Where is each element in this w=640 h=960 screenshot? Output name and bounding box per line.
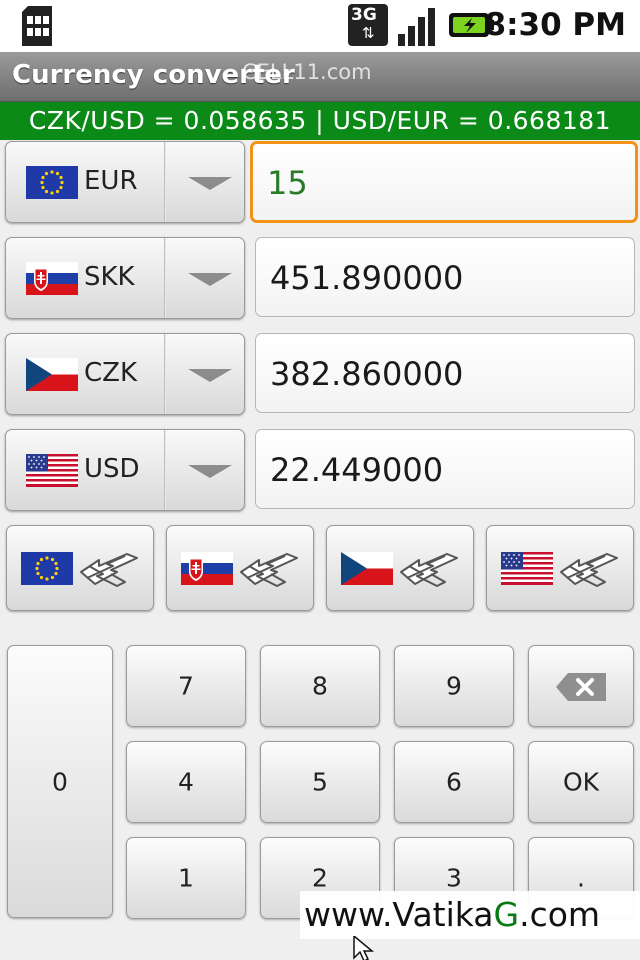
key-5[interactable]: 5 xyxy=(260,741,380,823)
network-label: 3G xyxy=(351,5,377,25)
slovakia-flag-icon xyxy=(26,262,78,295)
swap-arrows-icon xyxy=(557,548,621,590)
swap-button-czk[interactable] xyxy=(326,525,474,611)
czech-flag-icon xyxy=(26,358,78,391)
watermark-g: G xyxy=(493,895,520,934)
key-4[interactable]: 4 xyxy=(126,741,246,823)
watermark-suffix: .com xyxy=(519,895,601,934)
currency-code: CZK xyxy=(84,358,138,388)
dropdown-arrow-icon xyxy=(188,177,232,190)
spinner-divider xyxy=(164,430,166,510)
currency-spinner-usd[interactable]: USD xyxy=(5,429,245,511)
key-label: 9 xyxy=(446,671,462,701)
eu-flag-icon xyxy=(26,166,78,199)
dropdown-arrow-icon xyxy=(188,273,232,286)
currency-row-eur: EUR 15 xyxy=(0,141,640,227)
currency-code: SKK xyxy=(84,262,135,292)
currency-spinner-skk[interactable]: SKK xyxy=(5,237,245,319)
key-label: OK xyxy=(562,767,600,797)
backspace-icon xyxy=(556,673,606,701)
key-label: 1 xyxy=(178,863,194,893)
currency-code: USD xyxy=(84,454,140,484)
key-label: 5 xyxy=(312,767,328,797)
exchange-rate-bar: CZK/USD = 0.058635 | USD/EUR = 0.668181 xyxy=(0,102,640,140)
watermark-bottom: www.VatikaG.com xyxy=(300,891,640,939)
currency-spinner-czk[interactable]: CZK xyxy=(5,333,245,415)
currency-spinner-eur[interactable]: EUR xyxy=(5,141,245,223)
key-6[interactable]: 6 xyxy=(394,741,514,823)
key-label: 3 xyxy=(446,863,462,893)
status-time: 8:30 PM xyxy=(484,7,626,43)
amount-field-usd[interactable]: 22.449000 xyxy=(255,429,635,509)
watermark-prefix: www.Vatika xyxy=(304,895,494,934)
key-8[interactable]: 8 xyxy=(260,645,380,727)
currency-row-czk: CZK 382.860000 xyxy=(0,333,640,419)
amount-field-eur[interactable]: 15 xyxy=(250,141,638,223)
dropdown-arrow-icon xyxy=(188,465,232,478)
currency-code: EUR xyxy=(84,166,138,196)
sim-icon xyxy=(22,6,52,46)
network-3g-icon: 3G ⇅ xyxy=(348,4,388,46)
amount-field-skk[interactable]: 451.890000 xyxy=(255,237,635,317)
signal-bars-icon xyxy=(398,8,435,46)
spinner-divider xyxy=(164,334,166,414)
usa-flag-icon xyxy=(26,454,78,487)
spinner-divider xyxy=(164,142,166,222)
swap-arrows-icon xyxy=(397,548,461,590)
ok-button[interactable]: OK xyxy=(528,741,634,823)
slovakia-flag-icon xyxy=(181,552,233,585)
swap-arrows-icon xyxy=(237,548,301,590)
key-label: 2 xyxy=(312,863,328,893)
amount-field-czk[interactable]: 382.860000 xyxy=(255,333,635,413)
backspace-button[interactable] xyxy=(528,645,634,727)
eu-flag-icon xyxy=(21,552,73,585)
key-label: 6 xyxy=(446,767,462,797)
watermark-top: CELL11.com xyxy=(242,60,372,84)
swap-button-skk[interactable] xyxy=(166,525,314,611)
title-bar: Currency converter CELL11.com xyxy=(0,52,640,102)
swap-button-eur[interactable] xyxy=(6,525,154,611)
key-label: 7 xyxy=(178,671,194,701)
swap-button-usd[interactable] xyxy=(486,525,634,611)
key-7[interactable]: 7 xyxy=(126,645,246,727)
dropdown-arrow-icon xyxy=(188,369,232,382)
status-bar: 3G ⇅ 8:30 PM xyxy=(0,0,640,52)
key-label: . xyxy=(577,863,585,893)
key-9[interactable]: 9 xyxy=(394,645,514,727)
key-label: 8 xyxy=(312,671,328,701)
usa-flag-icon xyxy=(501,552,553,585)
czech-flag-icon xyxy=(341,552,393,585)
key-1[interactable]: 1 xyxy=(126,837,246,919)
key-label: 0 xyxy=(52,767,68,796)
swap-arrows-icon xyxy=(77,548,141,590)
spinner-divider xyxy=(164,238,166,318)
currency-row-skk: SKK 451.890000 xyxy=(0,237,640,323)
key-0[interactable]: 0 xyxy=(7,645,113,918)
currency-row-usd: USD 22.449000 xyxy=(0,429,640,515)
mouse-pointer-icon xyxy=(353,936,375,960)
key-label: 4 xyxy=(178,767,194,797)
